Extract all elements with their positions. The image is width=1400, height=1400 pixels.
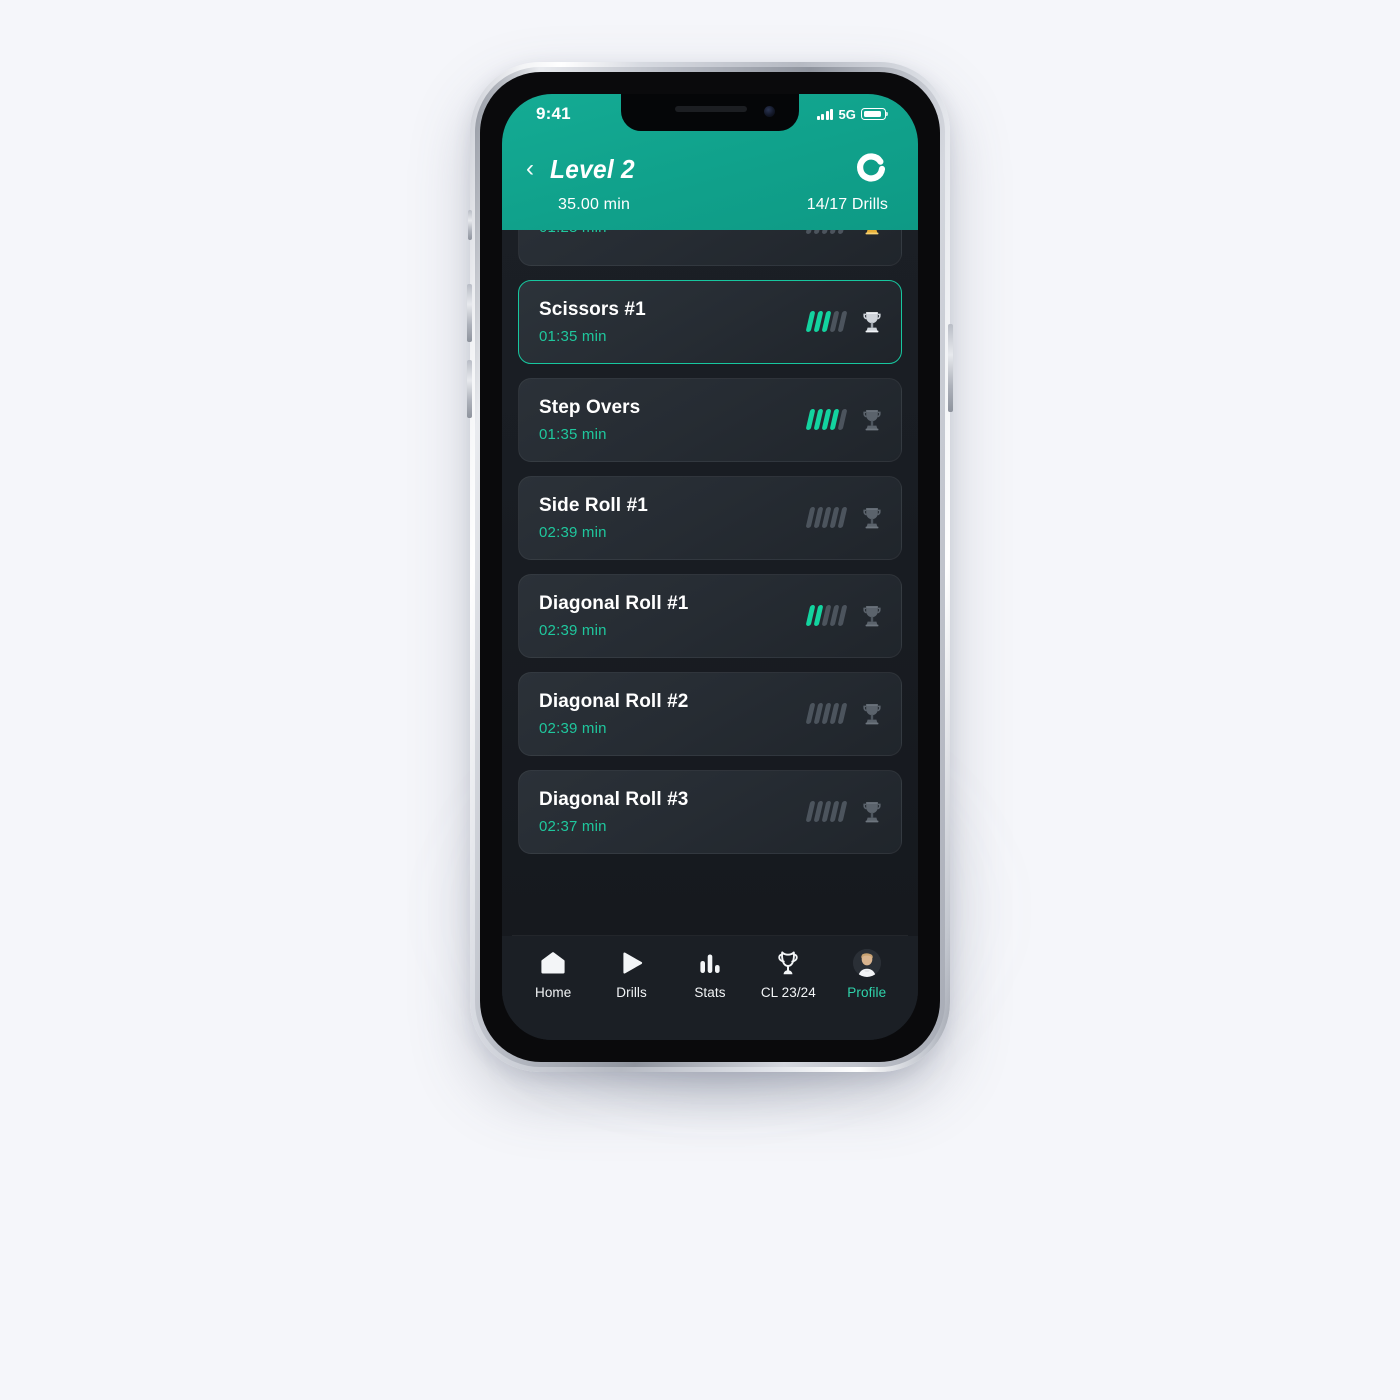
drill-title: Side Roll #1: [539, 494, 648, 516]
volume-down-button[interactable]: [467, 360, 472, 418]
tab-label: Drills: [616, 985, 647, 1000]
drill-meta: [805, 407, 885, 433]
drill-meta: [805, 309, 885, 335]
difficulty-rating: [805, 409, 848, 430]
status-indicators: 5G: [816, 106, 892, 122]
tab-label: CL 23/24: [760, 985, 816, 1000]
front-camera-icon: [764, 106, 775, 117]
drill-card[interactable]: Side Roll #1 02:39 min: [518, 476, 902, 560]
session-duration: 35.00 min: [558, 196, 631, 213]
bar-chart-icon: [698, 950, 722, 976]
power-button[interactable]: [948, 324, 953, 412]
drill-info: 01:28 min: [539, 230, 607, 236]
drill-duration: 01:35 min: [539, 425, 607, 443]
ucl-trophy-icon: [776, 950, 800, 976]
difficulty-rating: [805, 311, 848, 332]
circular-progress-icon[interactable]: [854, 152, 888, 186]
drill-duration: 02:39 min: [539, 719, 607, 737]
drill-info: Diagonal Roll #3 02:37 min: [539, 789, 688, 835]
drill-title: Scissors #1: [539, 298, 646, 320]
drill-title: Diagonal Roll #3: [539, 788, 689, 810]
drill-duration: 02:37 min: [539, 817, 607, 835]
play-icon: [620, 950, 644, 976]
drill-info: Step Overs 01:35 min: [539, 397, 640, 443]
earpiece-speaker: [675, 106, 747, 112]
tab-item-cl-23-24[interactable]: CL 23/24: [751, 950, 825, 1000]
tab-item-stats[interactable]: Stats: [673, 950, 747, 1000]
tab-label: Stats: [694, 985, 726, 1000]
page-title: Level 2: [550, 153, 635, 184]
status-time: 9:41: [536, 104, 571, 123]
header-sub-row: 35.00 min 14/17 Drills: [524, 196, 892, 214]
difficulty-bar: [837, 703, 848, 724]
drill-card[interactable]: Scissors #1 01:35 min: [518, 280, 902, 364]
drill-card[interactable]: 01:28 min: [518, 230, 902, 266]
drill-info: Scissors #1 01:35 min: [539, 299, 646, 345]
phone-mockup: 9:41 5G ‹ Level 2 35.00 min 14/17 Drills…: [467, 62, 953, 1072]
difficulty-rating: [805, 230, 848, 234]
tab-item-drills[interactable]: Drills: [595, 950, 669, 1000]
tab-label: Home: [534, 985, 572, 1000]
difficulty-rating: [805, 801, 848, 822]
trophy-icon-gray: [863, 507, 881, 528]
tab-item-profile[interactable]: Profile: [830, 949, 904, 1000]
header-left: ‹ Level 2: [524, 154, 640, 185]
drill-meta: [805, 701, 885, 727]
drill-duration: 01:28 min: [539, 230, 607, 236]
drill-info: Side Roll #1 02:39 min: [539, 495, 648, 541]
trophy-icon-gray: [863, 703, 881, 724]
bottom-tab-bar: Home Drills Stats CL 23/24 Profile: [502, 936, 918, 1040]
phone-bezel: 9:41 5G ‹ Level 2 35.00 min 14/17 Drills…: [480, 72, 940, 1062]
header-main-row: ‹ Level 2: [524, 152, 892, 186]
drill-meta: [805, 799, 885, 825]
trophy-icon-gold: [865, 230, 879, 234]
trophy-icon-silver: [863, 311, 881, 332]
network-label: 5G: [838, 106, 856, 122]
avatar-icon: [852, 949, 881, 977]
difficulty-bar: [837, 801, 848, 822]
drill-meta: [805, 603, 885, 629]
drill-duration: 01:35 min: [539, 327, 607, 345]
drills-progress-count: 14/17 Drills: [806, 196, 888, 213]
avatar-icon: [852, 949, 881, 977]
drill-meta: [805, 230, 885, 237]
signal-bars-icon: [816, 108, 834, 120]
drill-duration: 02:39 min: [539, 523, 607, 541]
drill-list[interactable]: 01:28 min Scissors #1 01:35 min Step Overs 0…: [502, 230, 918, 935]
tab-item-home[interactable]: Home: [516, 950, 590, 1000]
difficulty-bar: [837, 605, 848, 626]
drill-title: Diagonal Roll #1: [539, 592, 689, 614]
phone-screen: 9:41 5G ‹ Level 2 35.00 min 14/17 Drills…: [502, 94, 918, 1040]
mute-switch-button[interactable]: [468, 210, 472, 240]
battery-icon: [861, 108, 889, 120]
drill-info: Diagonal Roll #1 02:39 min: [539, 593, 688, 639]
volume-up-button[interactable]: [467, 284, 472, 342]
home-icon: [540, 950, 566, 976]
app-screen: 9:41 5G ‹ Level 2 35.00 min 14/17 Drills…: [502, 94, 918, 1040]
drill-card[interactable]: Diagonal Roll #2 02:39 min: [518, 672, 902, 756]
difficulty-bar: [837, 230, 848, 234]
drill-card[interactable]: Step Overs 01:35 min: [518, 378, 902, 462]
drill-title: Step Overs: [539, 396, 641, 418]
difficulty-bar: [837, 311, 848, 332]
drill-info: Diagonal Roll #2 02:39 min: [539, 691, 688, 737]
difficulty-bar: [837, 409, 848, 430]
difficulty-rating: [805, 507, 848, 528]
drill-card[interactable]: Diagonal Roll #3 02:37 min: [518, 770, 902, 854]
trophy-icon-gray: [863, 409, 881, 430]
drill-duration: 02:39 min: [539, 621, 607, 639]
difficulty-bar: [837, 507, 848, 528]
drill-title: Diagonal Roll #2: [539, 690, 689, 712]
back-chevron-icon[interactable]: ‹: [524, 157, 536, 181]
difficulty-rating: [805, 605, 848, 626]
trophy-icon-gray: [863, 605, 881, 626]
notch: [621, 94, 799, 131]
trophy-icon-gray: [863, 801, 881, 822]
drill-card[interactable]: Diagonal Roll #1 02:39 min: [518, 574, 902, 658]
drill-meta: [805, 505, 885, 531]
difficulty-rating: [805, 703, 848, 724]
tab-label: Profile: [847, 985, 887, 1000]
